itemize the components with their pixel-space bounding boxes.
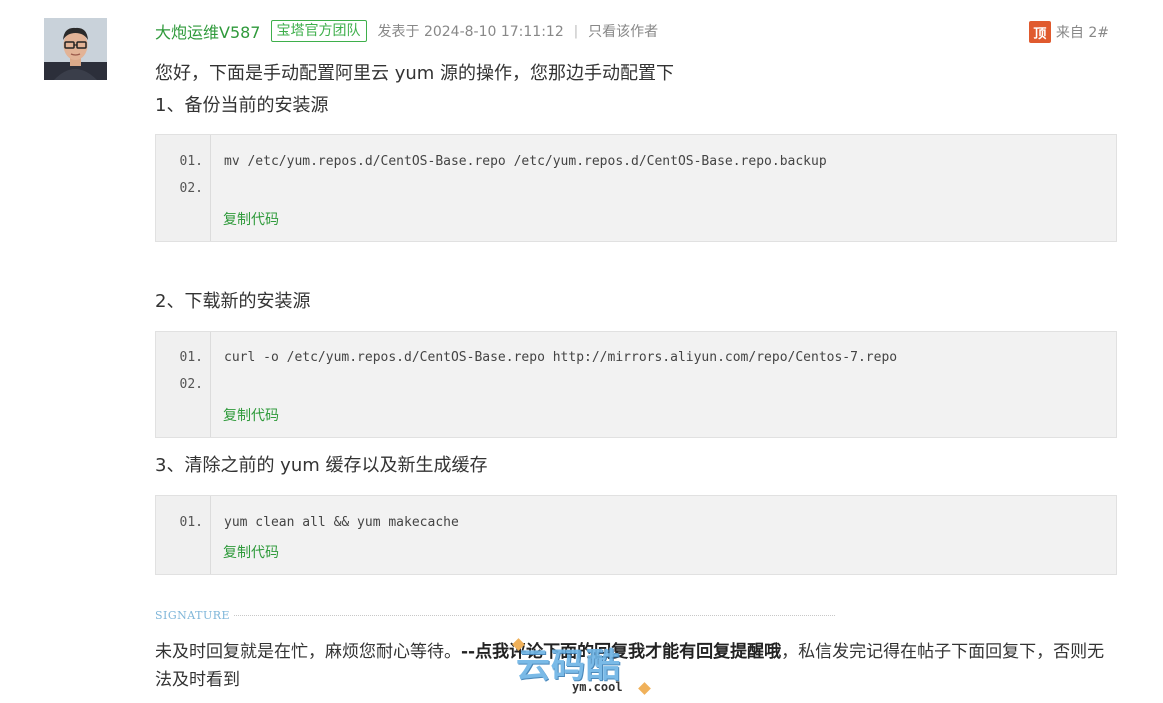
author-name[interactable]: 大炮运维V587: [155, 19, 261, 43]
code-line: mv /etc/yum.repos.d/CentOS-Base.repo /et…: [224, 154, 827, 169]
code-line: yum clean all && yum makecache: [224, 515, 459, 530]
copy-code-button[interactable]: 复制代码: [223, 542, 279, 562]
line-number: 01.: [179, 350, 203, 365]
post-header: 大炮运维V587 宝塔官方团队 发表于 2024-8-10 17:11:12 |…: [155, 18, 1115, 44]
copy-code-button[interactable]: 复制代码: [223, 209, 279, 229]
copy-code-button[interactable]: 复制代码: [223, 405, 279, 425]
line-number: 01.: [179, 515, 203, 530]
top-icon[interactable]: 顶: [1028, 21, 1051, 43]
step-3-title: 3、清除之前的 yum 缓存以及新生成缓存: [155, 455, 488, 476]
post-container: 大炮运维V587 宝塔官方团队 发表于 2024-8-10 17:11:12 |…: [0, 0, 1163, 703]
post-timestamp: 发表于 2024-8-10 17:11:12: [377, 24, 564, 40]
header-separator: |: [573, 23, 579, 39]
line-number: 02.: [179, 181, 203, 196]
signature-divider: SIGNATURE: [155, 609, 835, 622]
code-block-3: 01. yum clean all && yum makecache 复制代码: [155, 495, 1117, 575]
watermark-logo: 云码酷 ym.cool: [512, 636, 652, 696]
signature-dotted-line: [234, 615, 835, 616]
signature-text-before: 未及时回复就是在忙，麻烦您耐心等待。: [155, 642, 461, 662]
team-badge: 宝塔官方团队: [270, 20, 367, 42]
code-block-1: 01. 02. mv /etc/yum.repos.d/CentOS-Base.…: [155, 134, 1117, 242]
avatar[interactable]: [44, 18, 107, 80]
code-block-2: 01. 02. curl -o /etc/yum.repos.d/CentOS-…: [155, 331, 1117, 438]
watermark-sub-text: ym.cool: [572, 680, 623, 694]
post-floor-info: 顶 来自 2#: [1028, 21, 1109, 43]
step-2-title: 2、下载新的安装源: [155, 291, 311, 312]
signature-label: SIGNATURE: [155, 609, 231, 622]
avatar-image: [44, 18, 107, 80]
watermark-diamond-icon: [638, 682, 651, 695]
code-line: curl -o /etc/yum.repos.d/CentOS-Base.rep…: [224, 350, 898, 365]
only-author-link[interactable]: 只看该作者: [588, 21, 658, 41]
step-1-title: 1、备份当前的安装源: [155, 95, 329, 116]
line-number: 02.: [179, 377, 203, 392]
intro-text: 您好，下面是手动配置阿里云 yum 源的操作，您那边手动配置下: [155, 63, 675, 84]
floor-number: 来自 2#: [1055, 25, 1109, 41]
line-number-gutter: [156, 496, 211, 574]
line-number: 01.: [179, 154, 203, 169]
